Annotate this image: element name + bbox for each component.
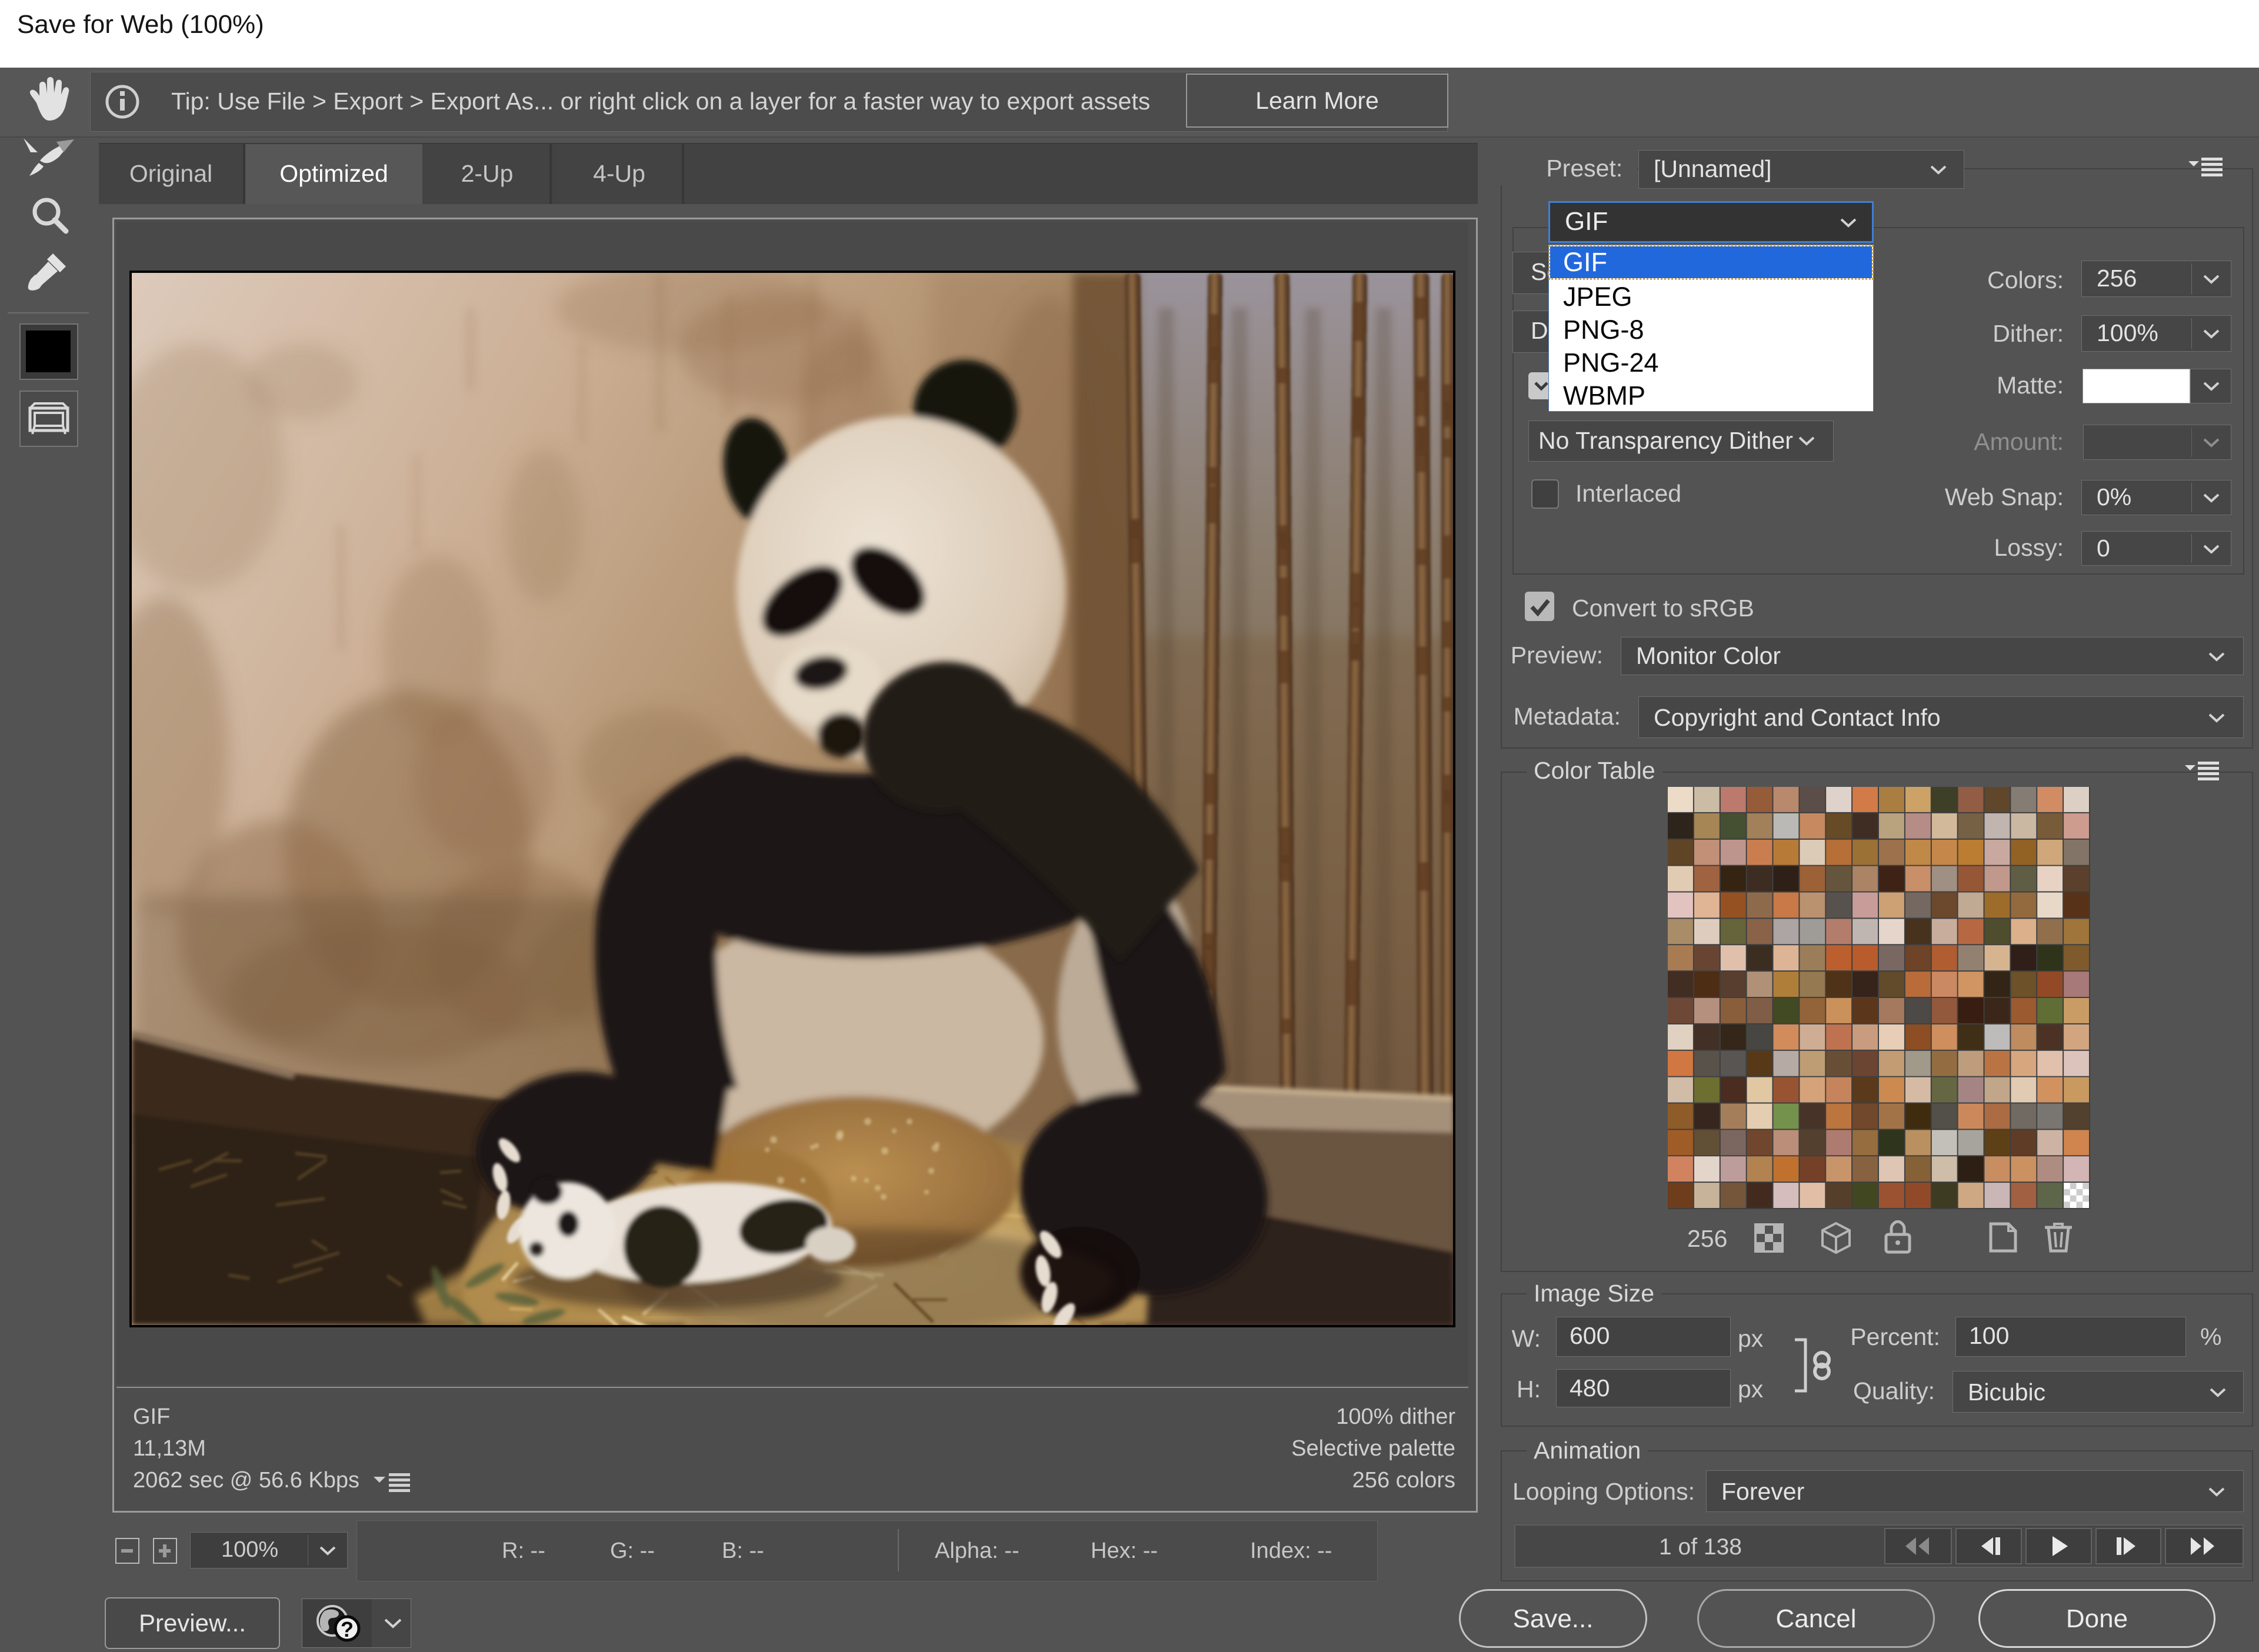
- svg-text:?: ?: [341, 1617, 354, 1641]
